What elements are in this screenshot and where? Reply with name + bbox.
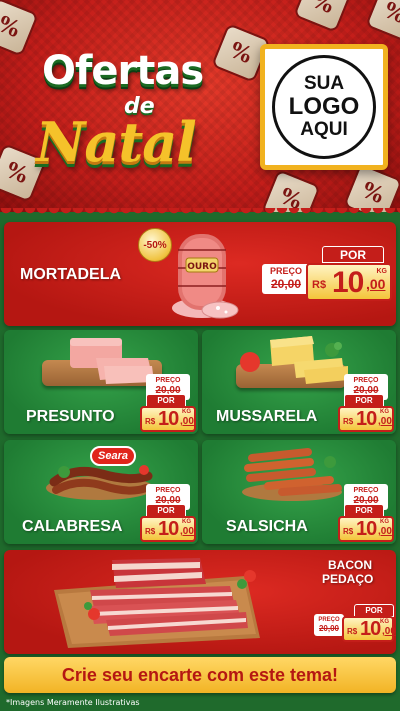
gift-box-decoration: % [343, 163, 400, 212]
currency-symbol: R$ [343, 417, 354, 426]
salsicha-image [242, 448, 342, 501]
price-integer: 10 [356, 408, 377, 430]
old-price-label: PREÇO [269, 266, 302, 276]
price-integer: 10 [332, 266, 364, 299]
product-card-calabresa[interactable]: Seara CALABRESA PREÇO 20,00 POR R$ 10 ,0… [4, 440, 198, 544]
price-tag: PREÇO 20,00 POR R$ 10 ,00 KG [310, 604, 396, 654]
header-banner: % % % % % % % Ofertas de Natal SUA LOGO … [0, 0, 400, 212]
logo-text-2: LOGO [288, 93, 360, 121]
price-tag: PREÇO 20,00 POR R$ 10 ,00 KG [262, 246, 392, 312]
price-integer: 10 [356, 518, 377, 540]
price-tag: PREÇO 20,00 POR R$ 10 ,00 KG [308, 484, 396, 544]
price-tag: PREÇO 20,00 POR R$ 10 ,00 KG [308, 374, 396, 434]
product-name: MUSSARELA [216, 408, 318, 425]
logo-text-3: AQUI [300, 118, 348, 140]
price-integer: 10 [158, 518, 179, 540]
unit-label: KG [376, 268, 388, 275]
currency-symbol: R$ [145, 417, 156, 426]
gift-box-decoration: % [261, 169, 321, 212]
product-name: CALABRESA [22, 518, 123, 535]
calabresa-image [46, 465, 154, 500]
currency-symbol: R$ [343, 527, 354, 536]
old-price-tag: PREÇO 20,00 [314, 614, 344, 636]
price-integer: 10 [360, 618, 381, 640]
product-card-mortadela[interactable]: MORTADELA -50% OURO PREÇO 20,00 POR R$ 1… [4, 222, 396, 326]
price-cents: ,00 [378, 416, 392, 427]
brand-label: OURO [187, 262, 217, 272]
title-ofertas: Ofertas [42, 48, 204, 94]
price-cents: ,00 [366, 276, 386, 292]
header-scallop-edge [0, 208, 400, 218]
unit-label: KG [380, 619, 389, 625]
current-price: R$ 10 ,00 KG [140, 406, 196, 432]
old-price-label: PREÇO [155, 487, 181, 494]
old-price: 20,00 [318, 624, 340, 633]
campaign-title: Ofertas de Natal [30, 44, 240, 204]
logo-text-1: SUA [303, 73, 345, 95]
currency-symbol: R$ [312, 279, 327, 291]
current-price: R$ 10 ,00 KG [140, 516, 196, 542]
old-price-label: PREÇO [353, 377, 379, 384]
product-name: MORTADELA [20, 266, 122, 283]
current-price: R$ 10 ,00 KG [306, 263, 392, 301]
product-card-salsicha[interactable]: SALSICHA PREÇO 20,00 POR R$ 10 ,00 KG [202, 440, 396, 544]
bacon-image [54, 558, 260, 648]
old-price-label: PREÇO [318, 617, 340, 623]
current-price: R$ 10 ,00 KG [338, 516, 394, 542]
cta-banner[interactable]: Crie seu encarte com este tema! [4, 657, 396, 693]
presunto-image [70, 338, 154, 384]
price-cents: ,00 [180, 416, 194, 427]
por-label: POR [322, 246, 384, 263]
current-price: R$ 10 ,00 KG [342, 616, 396, 642]
logo-circle: SUA LOGO AQUI [272, 55, 376, 159]
title-natal: Natal [36, 110, 197, 174]
old-price-tag: PREÇO 20,00 [262, 264, 310, 294]
unit-label: KG [182, 409, 191, 415]
gift-box-decoration: % [365, 0, 400, 43]
mussarela-image [240, 336, 348, 384]
logo-placeholder[interactable]: SUA LOGO AQUI [260, 44, 388, 170]
mortadela-image: OURO [172, 234, 239, 319]
product-card-mussarela[interactable]: MUSSARELA PREÇO 20,00 POR R$ 10 ,00 KG [202, 330, 396, 434]
old-price-label: PREÇO [155, 377, 181, 384]
old-price: 20,00 [270, 277, 302, 291]
price-tag: PREÇO 20,00 POR R$ 10 ,00 KG [110, 374, 198, 434]
product-name-line2: PEDAÇO [322, 572, 374, 586]
product-card-presunto[interactable]: PRESUNTO PREÇO 20,00 POR R$ 10 ,00 KG [4, 330, 198, 434]
unit-label: KG [182, 519, 191, 525]
product-name-line1: BACON [328, 558, 372, 572]
disclaimer-text: *Imagens Meramente Ilustrativas [6, 698, 140, 707]
gift-box-decoration: % [293, 0, 353, 33]
current-price: R$ 10 ,00 KG [338, 406, 394, 432]
discount-text: -50% [143, 239, 167, 251]
unit-label: KG [380, 409, 389, 415]
price-cents: ,00 [378, 526, 392, 537]
product-name: PRESUNTO [26, 408, 115, 425]
price-cents: ,00 [382, 626, 396, 637]
old-price-label: PREÇO [353, 487, 379, 494]
product-name: SALSICHA [226, 518, 308, 535]
product-card-bacon[interactable]: BACON PEDAÇO PREÇO 20,00 POR R$ 10 ,00 K… [4, 550, 396, 654]
price-cents: ,00 [180, 526, 194, 537]
price-integer: 10 [158, 408, 179, 430]
unit-label: KG [380, 519, 389, 525]
currency-symbol: R$ [145, 527, 156, 536]
price-tag: PREÇO 20,00 POR R$ 10 ,00 KG [110, 484, 198, 544]
currency-symbol: R$ [347, 627, 358, 636]
